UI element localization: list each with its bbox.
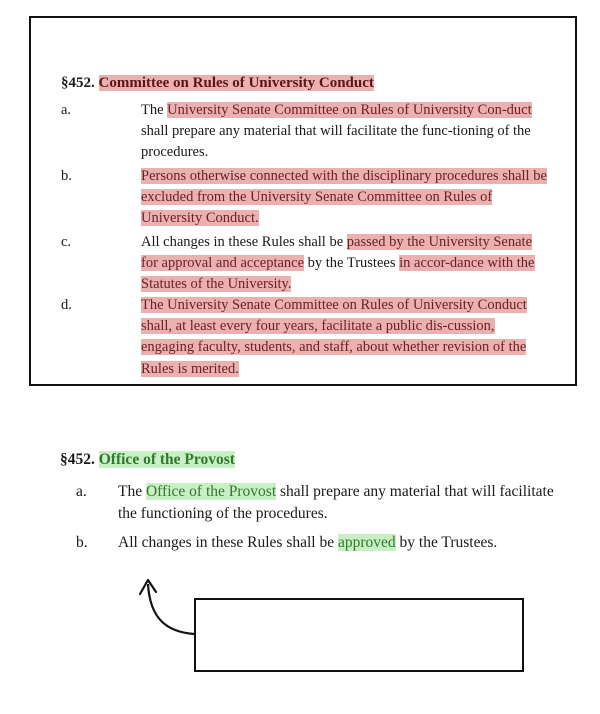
item-text: All changes in these Rules shall be <box>141 234 347 250</box>
item-letter: d. <box>61 297 72 313</box>
item-letter: b. <box>76 534 88 551</box>
item-body: All changes in these Rules shall be appr… <box>118 532 568 554</box>
item-body: All changes in these Rules shall be pass… <box>141 232 551 296</box>
removed-text: Persons otherwise connected with the dis… <box>141 168 547 227</box>
empty-callout-box <box>194 598 524 672</box>
item-body: The Office of the Provost shall prepare … <box>118 481 568 525</box>
item-text: The <box>141 102 168 118</box>
added-text: approved <box>337 534 396 551</box>
item-letter: a. <box>61 102 72 118</box>
new-section-heading: §452. Office of the Provost <box>60 449 235 471</box>
item-text: All changes in these Rules shall be <box>118 534 338 551</box>
item-text: shall prepare any material that will fac… <box>141 123 531 161</box>
old-section-heading: §452. Committee on Rules of University C… <box>61 72 374 94</box>
item-body: The University Senate Committee on Rules… <box>141 100 551 164</box>
removed-text: The University Senate Committee on Rules… <box>141 297 527 377</box>
old-section-number: §452. <box>61 75 95 91</box>
item-letter: b. <box>61 168 72 184</box>
item-letter: c. <box>61 234 72 250</box>
item-letter: a. <box>76 483 87 500</box>
old-section-title: Committee on Rules of University Conduct <box>98 75 374 91</box>
item-body: Persons otherwise connected with the dis… <box>141 166 551 230</box>
item-text: The <box>118 483 146 500</box>
curved-arrow-icon <box>138 578 195 636</box>
item-text: by the Trustees. <box>395 534 498 551</box>
item-text: by the Trustees <box>304 255 400 272</box>
added-text: Office of the Provost <box>145 483 277 500</box>
removed-text: University Senate Committee on Rules of … <box>167 102 532 118</box>
item-body: The University Senate Committee on Rules… <box>141 295 551 380</box>
new-section-title: Office of the Provost <box>98 451 235 468</box>
old-version-box: §452. Committee on Rules of University C… <box>29 16 577 386</box>
new-section-number: §452. <box>60 451 95 468</box>
